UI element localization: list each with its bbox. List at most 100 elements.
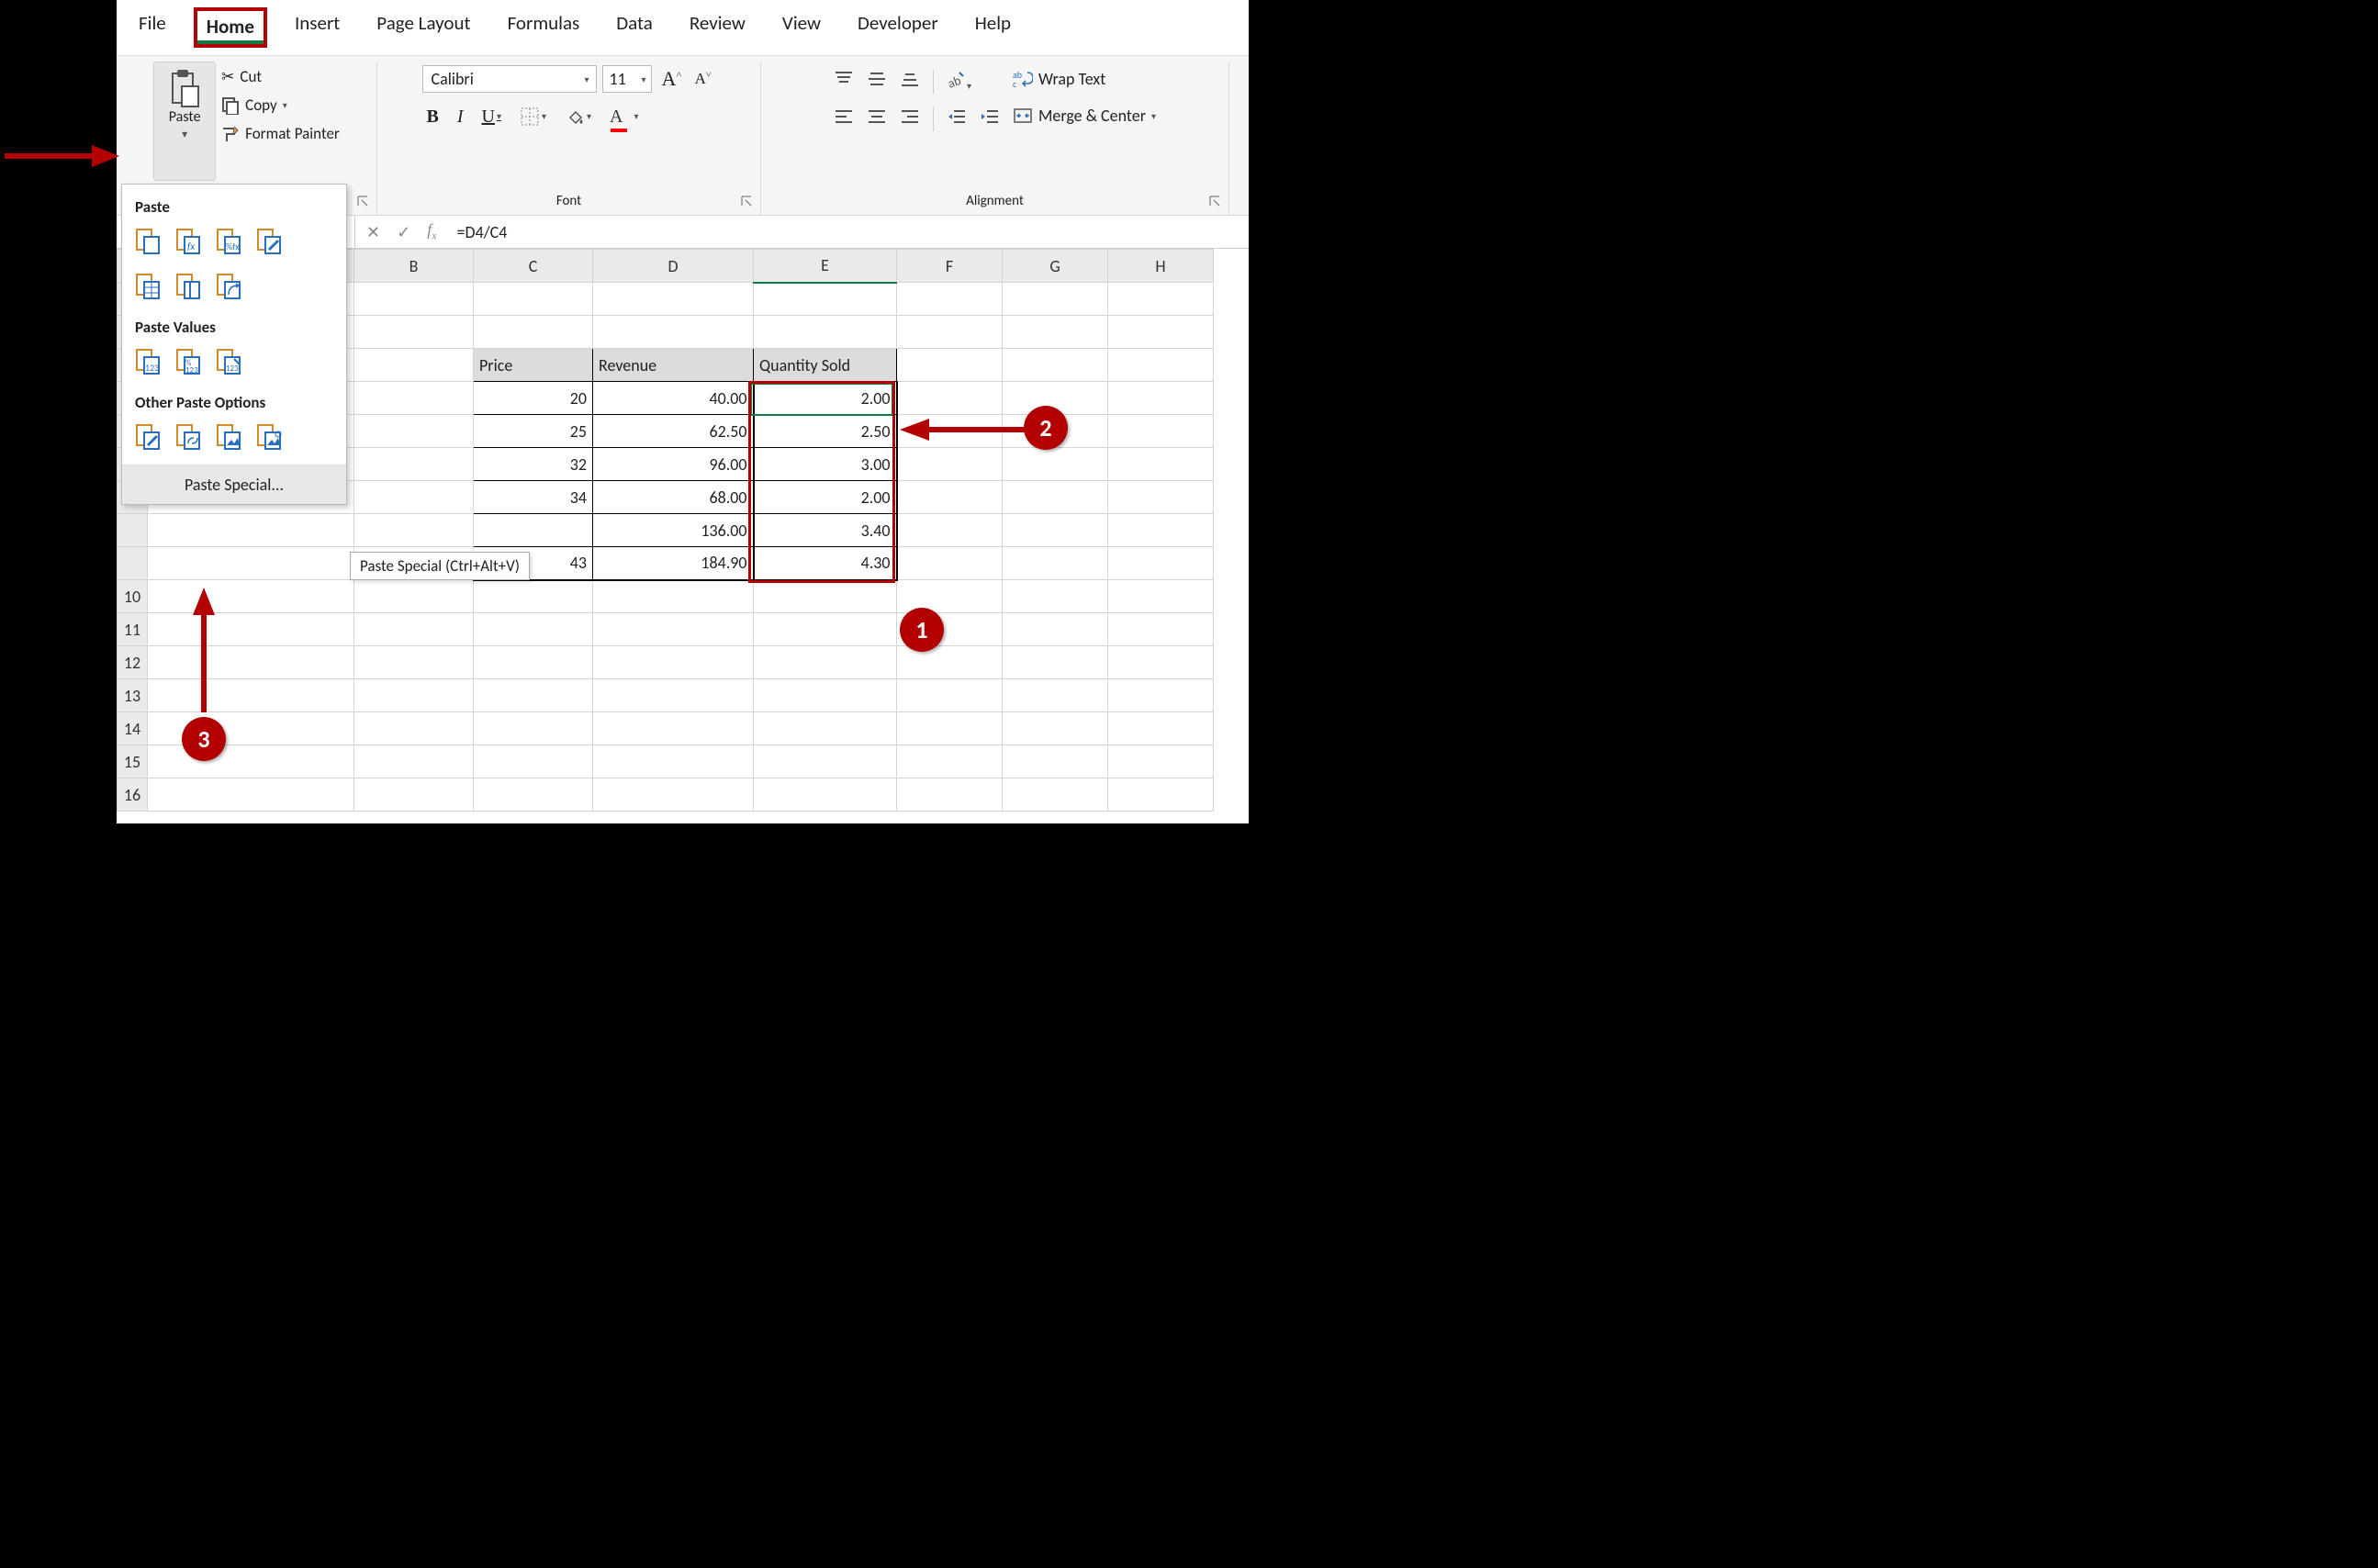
row-header-14[interactable]: 14 bbox=[118, 712, 148, 745]
decrease-font-icon[interactable]: A˅ bbox=[691, 70, 715, 88]
cell-header-qty[interactable]: Quantity Sold bbox=[754, 349, 897, 382]
merge-center-icon bbox=[1013, 106, 1033, 126]
paste-formulas-numfmt-icon[interactable]: %fx bbox=[216, 228, 243, 260]
cell-qty-2[interactable]: 3.00 bbox=[754, 448, 897, 481]
cell-rev-2[interactable]: 96.00 bbox=[593, 448, 754, 481]
tab-file[interactable]: File bbox=[129, 7, 175, 48]
merge-dropdown-caret[interactable]: ▾ bbox=[1151, 110, 1156, 122]
tab-developer[interactable]: Developer bbox=[848, 7, 948, 48]
cell-rev-0[interactable]: 40.00 bbox=[593, 382, 754, 415]
col-header-e[interactable]: E bbox=[754, 250, 897, 283]
cell-qty-4[interactable]: 3.40 bbox=[754, 514, 897, 547]
align-top-icon[interactable] bbox=[834, 69, 854, 94]
cell-rev-5[interactable]: 184.90 bbox=[593, 547, 754, 580]
paste-values-source-fmt-icon[interactable]: 123 bbox=[216, 348, 243, 380]
alignment-launcher-icon[interactable] bbox=[1208, 195, 1221, 207]
orientation-icon[interactable]: ab▾ bbox=[947, 69, 971, 94]
paste-picture-icon[interactable] bbox=[216, 423, 243, 455]
formula-input[interactable]: =D4/C4 bbox=[448, 222, 1249, 242]
decrease-indent-icon[interactable] bbox=[947, 106, 967, 131]
cell-qty-5[interactable]: 4.30 bbox=[754, 547, 897, 580]
paste-formatting-icon[interactable] bbox=[135, 423, 163, 455]
increase-indent-icon[interactable] bbox=[980, 106, 1000, 131]
paste-all-icon[interactable] bbox=[135, 228, 163, 260]
cell-qty-0[interactable]: 2.00 bbox=[754, 382, 897, 415]
paste-formulas-icon[interactable]: fx bbox=[175, 228, 203, 260]
italic-button[interactable]: I bbox=[454, 106, 467, 128]
cell-rev-4[interactable]: 136.00 bbox=[593, 514, 754, 547]
cut-button[interactable]: ✂ Cut bbox=[221, 67, 340, 86]
cell-rev-1[interactable]: 62.50 bbox=[593, 415, 754, 448]
annotation-badge-2: 2 bbox=[1024, 406, 1068, 450]
row-header-13[interactable]: 13 bbox=[118, 679, 148, 712]
paste-no-borders-icon[interactable] bbox=[135, 273, 163, 305]
font-group-label: Font bbox=[377, 193, 760, 209]
font-launcher-icon[interactable] bbox=[740, 195, 753, 207]
col-header-g[interactable]: G bbox=[1003, 250, 1108, 283]
font-size-select[interactable]: 11 ▾ bbox=[602, 65, 652, 93]
cell-qty-3[interactable]: 2.00 bbox=[754, 481, 897, 514]
clipboard-launcher-icon[interactable] bbox=[356, 195, 369, 207]
enter-icon[interactable]: ✓ bbox=[397, 222, 410, 242]
paste-keep-col-width-icon[interactable] bbox=[175, 273, 203, 305]
paste-linked-picture-icon[interactable] bbox=[256, 423, 284, 455]
paste-button[interactable]: Paste ▾ bbox=[153, 62, 216, 181]
row-header-15[interactable]: 15 bbox=[118, 745, 148, 778]
paste-keep-source-fmt-icon[interactable] bbox=[256, 228, 284, 260]
merge-center-button[interactable]: Merge & Center ▾ bbox=[1013, 106, 1156, 126]
paste-transpose-icon[interactable] bbox=[216, 273, 243, 305]
copy-dropdown-caret[interactable]: ▾ bbox=[283, 99, 287, 111]
align-middle-icon[interactable] bbox=[867, 69, 887, 94]
cell-price-0[interactable]: 20 bbox=[474, 382, 593, 415]
fill-color-button[interactable]: ▾ bbox=[561, 106, 595, 127]
cell-rev-3[interactable]: 68.00 bbox=[593, 481, 754, 514]
paste-values-icon[interactable]: 123 bbox=[135, 348, 163, 380]
tab-formulas[interactable]: Formulas bbox=[499, 7, 589, 48]
col-header-h[interactable]: H bbox=[1108, 250, 1214, 283]
wrap-text-button[interactable]: abc Wrap Text bbox=[1013, 69, 1156, 89]
format-painter-icon bbox=[221, 125, 240, 143]
font-name-select[interactable]: Calibri ▾ bbox=[422, 65, 597, 93]
col-header-d[interactable]: D bbox=[593, 250, 754, 283]
align-bottom-icon[interactable] bbox=[900, 69, 920, 94]
increase-font-icon[interactable]: A˄ bbox=[657, 67, 685, 91]
cell-price-4[interactable] bbox=[474, 514, 593, 547]
paste-values-numfmt-icon[interactable]: %123 bbox=[175, 348, 203, 380]
col-header-c[interactable]: C bbox=[474, 250, 593, 283]
borders-button[interactable]: ▾ bbox=[516, 106, 550, 127]
row-header-16[interactable]: 16 bbox=[118, 778, 148, 812]
cell-price-3[interactable]: 34 bbox=[474, 481, 593, 514]
cell-price-1[interactable]: 25 bbox=[474, 415, 593, 448]
tab-view[interactable]: View bbox=[773, 7, 830, 48]
align-center-icon[interactable] bbox=[867, 106, 887, 131]
other-paste-section-label: Other Paste Options bbox=[122, 389, 346, 420]
col-header-f[interactable]: F bbox=[897, 250, 1003, 283]
format-painter-button[interactable]: Format Painter bbox=[221, 124, 340, 143]
cell-qty-1[interactable]: 2.50 bbox=[754, 415, 897, 448]
tab-data[interactable]: Data bbox=[607, 7, 662, 48]
paste-special-menu-item[interactable]: Paste Special... bbox=[122, 465, 346, 504]
align-right-icon[interactable] bbox=[900, 106, 920, 131]
tab-home[interactable]: Home bbox=[194, 7, 267, 48]
row-header-11[interactable]: 11 bbox=[118, 613, 148, 646]
col-header-b[interactable]: B bbox=[354, 250, 474, 283]
bold-button[interactable]: B bbox=[422, 106, 442, 128]
tab-review[interactable]: Review bbox=[680, 7, 755, 48]
tab-pagelayout[interactable]: Page Layout bbox=[367, 7, 479, 48]
cell-header-price[interactable]: Price bbox=[474, 349, 593, 382]
align-left-icon[interactable] bbox=[834, 106, 854, 131]
cell-price-2[interactable]: 32 bbox=[474, 448, 593, 481]
fx-icon[interactable]: fx bbox=[427, 220, 436, 243]
row-header-12[interactable]: 12 bbox=[118, 646, 148, 679]
cell-header-revenue[interactable]: Revenue bbox=[593, 349, 754, 382]
paste-section-label: Paste bbox=[122, 194, 346, 224]
tab-help[interactable]: Help bbox=[966, 7, 1020, 48]
copy-button[interactable]: Copy ▾ bbox=[221, 95, 340, 115]
paste-link-icon[interactable] bbox=[175, 423, 203, 455]
row-header-10[interactable]: 10 bbox=[118, 580, 148, 613]
paste-dropdown-caret[interactable]: ▾ bbox=[182, 128, 187, 141]
font-color-button[interactable]: A ▾ bbox=[606, 106, 642, 128]
underline-button[interactable]: U ▾ bbox=[478, 106, 505, 128]
tab-insert[interactable]: Insert bbox=[286, 7, 349, 48]
cancel-icon[interactable]: ✕ bbox=[366, 222, 380, 242]
